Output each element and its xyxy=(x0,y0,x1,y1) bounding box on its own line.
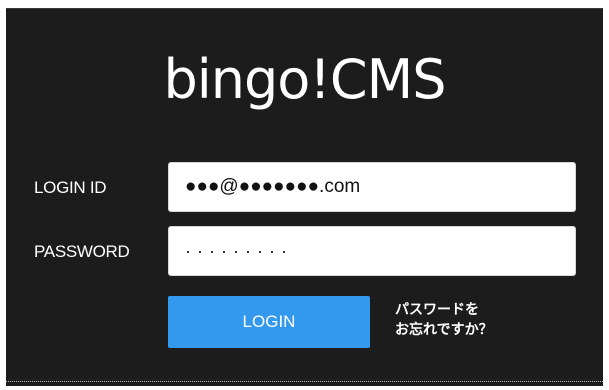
login-id-label: LOGIN ID xyxy=(34,178,107,197)
forgot-password-line1: パスワードを xyxy=(395,302,479,318)
forgot-password-link[interactable]: パスワードを お忘れですか？ xyxy=(395,300,575,340)
forgot-password-line2: お忘れですか？ xyxy=(395,322,493,338)
password-value: ········· xyxy=(185,240,293,261)
login-button[interactable]: LOGIN xyxy=(168,296,370,348)
login-id-field[interactable]: ●●●@●●●●●●●.com xyxy=(168,162,576,212)
password-field[interactable]: ········· xyxy=(168,226,576,276)
login-id-value: ●●●@●●●●●●●.com xyxy=(185,176,361,197)
password-label: PASSWORD xyxy=(34,242,130,261)
bottom-divider xyxy=(6,381,603,382)
app-logo: bingo!CMS xyxy=(163,48,446,111)
